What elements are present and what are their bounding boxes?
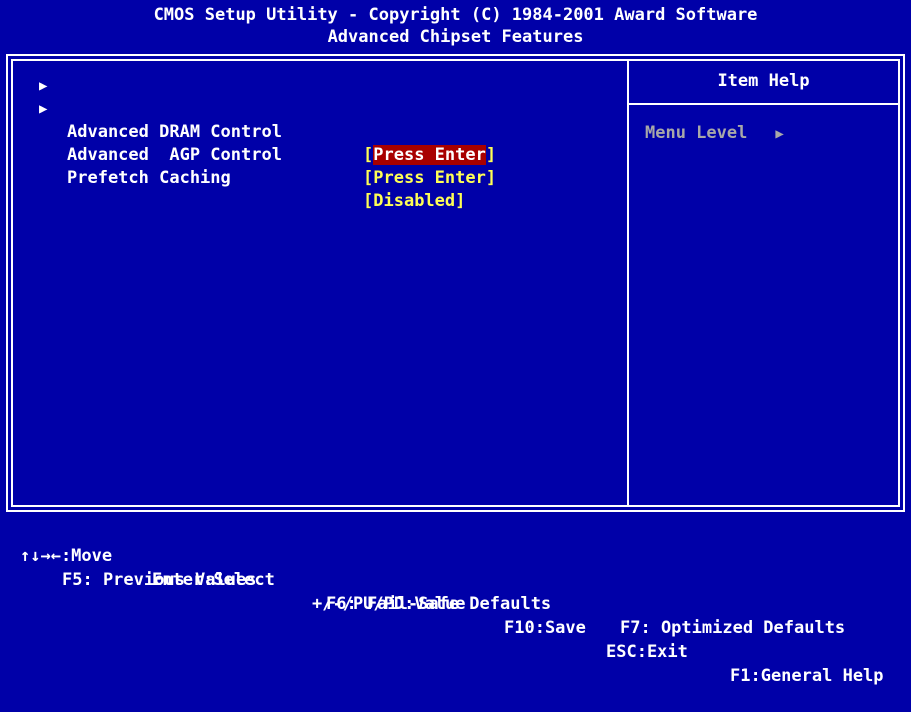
menu-item-value[interactable]: [Disabled] [363,190,465,213]
bracket-open: [ [363,191,374,211]
selected-value-highlight: Press Enter [373,145,486,165]
menu-item-advanced-dram-control[interactable]: ▶ Advanced DRAM Control [Press Enter] [13,75,496,165]
key-hint-general-help: F1:General Help [730,666,884,686]
menu-level-arrow-icon: ▶ [775,126,784,142]
item-help-title: Item Help [717,71,810,91]
bracket-close: ] [455,191,466,211]
key-hint-exit: ESC:Exit [606,642,688,662]
key-legend: ↑↓→←:Move Enter:Select +/-/PU/PD:Value F… [0,520,911,686]
menu-item-label: Advanced AGP Control [67,145,282,165]
submenu-pointer-icon: ▶ [39,78,48,94]
bracket-open: [ [363,145,374,165]
menu-item-label: Prefetch Caching [67,168,231,188]
value-text: Press Enter [373,168,486,188]
menu-level-row: Menu Level ▶ [645,123,784,143]
help-divider [629,103,898,105]
main-frame: ▶ Advanced DRAM Control [Press Enter] ▶ … [6,54,905,512]
menu-level-label: Menu Level [645,123,748,143]
menu-item-prefetch-caching[interactable]: Prefetch Caching [Disabled] [13,121,465,211]
app-title: CMOS Setup Utility - Copyright (C) 1984-… [153,5,758,25]
key-hint-previous-values: F5: Previous Values [62,570,257,590]
key-hint-optimized-defaults: F7: Optimized Defaults [620,618,846,638]
bracket-close: ] [485,145,497,165]
menu-item-value[interactable]: [Press Enter] [363,144,496,167]
key-legend-line-1: ↑↓→←:Move Enter:Select +/-/PU/PD:Value F… [0,520,911,686]
value-text: Disabled [373,191,456,211]
menu-item-value[interactable]: [Press Enter] [363,167,496,190]
panel-divider [627,61,629,505]
title-bar: CMOS Setup Utility - Copyright (C) 1984-… [0,0,911,50]
submenu-pointer-icon: ▶ [39,101,48,117]
page-title: Advanced Chipset Features [327,27,584,47]
menu-item-advanced-agp-control[interactable]: ▶ Advanced AGP Control [Press Enter] [13,98,496,188]
bracket-close: ] [485,168,497,188]
key-hint-fail-safe-defaults: F6: Fail-Safe Defaults [326,594,552,614]
bracket-open: [ [363,168,374,188]
key-hint-save: F10:Save [504,618,586,638]
key-legend-line-2: F5: Previous Values F6: Fail-Safe Defaul… [0,544,911,638]
main-frame-inner: ▶ Advanced DRAM Control [Press Enter] ▶ … [11,59,900,507]
menu-item-label: Advanced DRAM Control [67,122,282,142]
